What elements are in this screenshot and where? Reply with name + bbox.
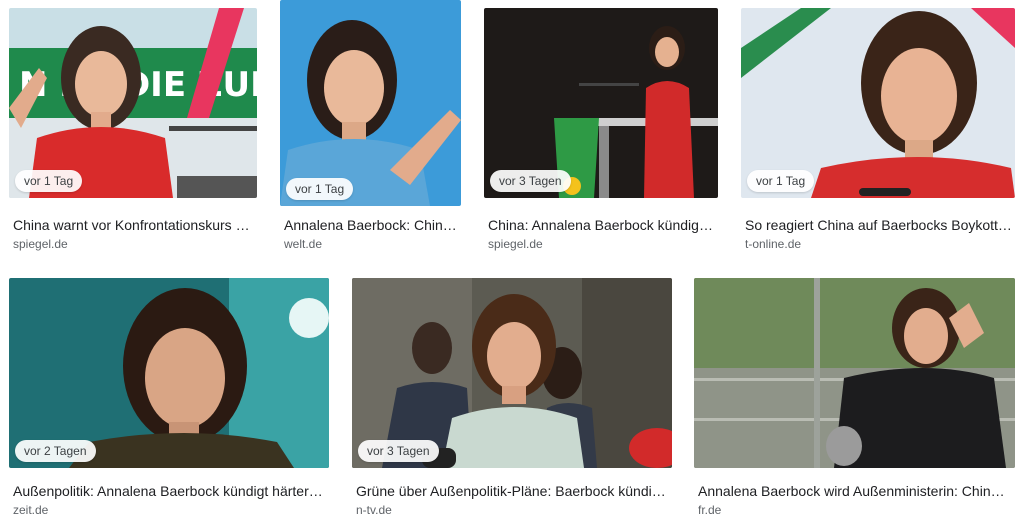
image-result[interactable]: Annalena Baerbock wird Außenministerin: … — [694, 278, 1015, 524]
result-thumbnail[interactable]: vor 3 Tagen — [484, 8, 718, 198]
age-badge: vor 2 Tagen — [15, 440, 96, 462]
age-badge: vor 1 Tag — [286, 178, 354, 200]
image-result[interactable]: vor 3 Tagen Grüne über Außenpolitik-Plän… — [352, 278, 672, 524]
result-thumbnail[interactable] — [694, 278, 1015, 468]
photo-image — [280, 0, 461, 206]
result-source[interactable]: n-tv.de — [356, 502, 392, 518]
result-source[interactable]: zeit.de — [13, 502, 48, 518]
age-badge: vor 3 Tagen — [490, 170, 571, 192]
age-badge: vor 1 Tag — [747, 170, 815, 192]
result-thumbnail[interactable]: vor 3 Tagen — [352, 278, 672, 468]
result-title[interactable]: China warnt vor Konfrontationskurs mit A… — [13, 216, 251, 234]
image-result[interactable]: vor 1 Tag Annalena Baerbock: China warnt… — [280, 0, 461, 258]
result-source[interactable]: t-online.de — [745, 236, 801, 252]
result-title[interactable]: Annalena Baerbock wird Außenministerin: … — [698, 482, 1011, 500]
image-result[interactable]: vor 3 Tagen China: Annalena Baerbock kün… — [484, 8, 718, 258]
result-title[interactable]: Außenpolitik: Annalena Baerbock kündigt … — [13, 482, 325, 500]
result-thumbnail[interactable]: N FÜ DIE ZUKUN vor 1 Tag — [9, 8, 257, 198]
result-source[interactable]: welt.de — [284, 236, 322, 252]
result-title[interactable]: China: Annalena Baerbock kündigt härtere… — [488, 216, 716, 234]
result-thumbnail[interactable]: vor 2 Tagen — [9, 278, 329, 468]
result-source[interactable]: spiegel.de — [488, 236, 543, 252]
result-title[interactable]: Grüne über Außenpolitik-Pläne: Baerbock … — [356, 482, 670, 500]
result-source[interactable]: fr.de — [698, 502, 721, 518]
image-result[interactable]: N FÜ DIE ZUKUN vor 1 Tag China warnt vor… — [9, 8, 257, 258]
result-thumbnail[interactable]: vor 1 Tag — [741, 8, 1015, 198]
image-result[interactable]: vor 1 Tag So reagiert China auf Baerbock… — [741, 8, 1015, 258]
result-source[interactable]: spiegel.de — [13, 236, 68, 252]
photo-image — [694, 278, 1015, 468]
image-result[interactable]: vor 2 Tagen Außenpolitik: Annalena Baerb… — [9, 278, 329, 524]
age-badge: vor 3 Tagen — [358, 440, 439, 462]
result-title[interactable]: So reagiert China auf Baerbocks Boykott-… — [745, 216, 1013, 234]
result-thumbnail[interactable]: vor 1 Tag — [280, 0, 461, 206]
age-badge: vor 1 Tag — [15, 170, 83, 192]
result-title[interactable]: Annalena Baerbock: China warnt — [284, 216, 461, 234]
